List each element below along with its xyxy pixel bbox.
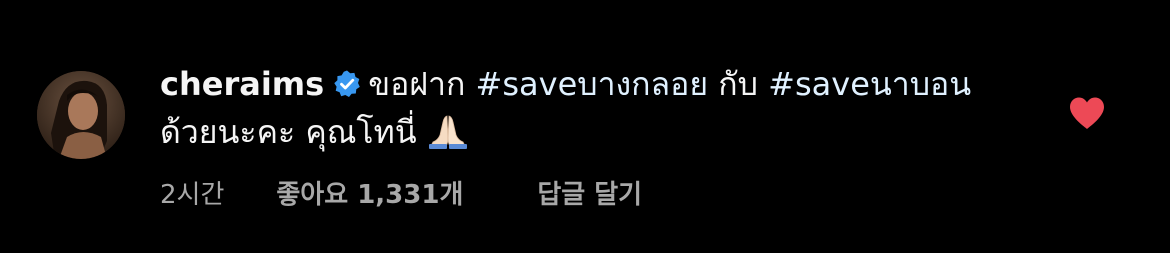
heart-icon[interactable] [1068, 96, 1106, 130]
comment-row: cheraims ขอฝาก #saveบางกลอย กับ #saveนาบ… [0, 0, 1170, 253]
profile-photo [37, 71, 125, 159]
username-link[interactable]: cheraims [160, 65, 324, 103]
comment-text-part1: ขอฝาก [368, 65, 476, 103]
comment-text-part3: ด้วยนะคะ คุณโทนี่ [160, 113, 417, 151]
comment-text-part2: กับ [708, 65, 769, 103]
hashtag-link[interactable]: #saveนาบอน [768, 65, 971, 103]
folded-hands-icon [425, 113, 471, 149]
comment-text: cheraims ขอฝาก #saveบางกลอย กับ #saveนาบ… [160, 60, 1040, 156]
hashtag-link[interactable]: #saveบางกลอย [476, 65, 709, 103]
avatar[interactable] [37, 71, 125, 159]
timestamp: 2시간 [160, 179, 225, 210]
verified-badge-icon [332, 64, 362, 97]
comment-meta: 2시간 좋아요 1,331개 답글 달기 [160, 172, 642, 212]
likes-count[interactable]: 좋아요 1,331개 [276, 174, 463, 211]
reply-button[interactable]: 답글 달기 [537, 174, 642, 211]
